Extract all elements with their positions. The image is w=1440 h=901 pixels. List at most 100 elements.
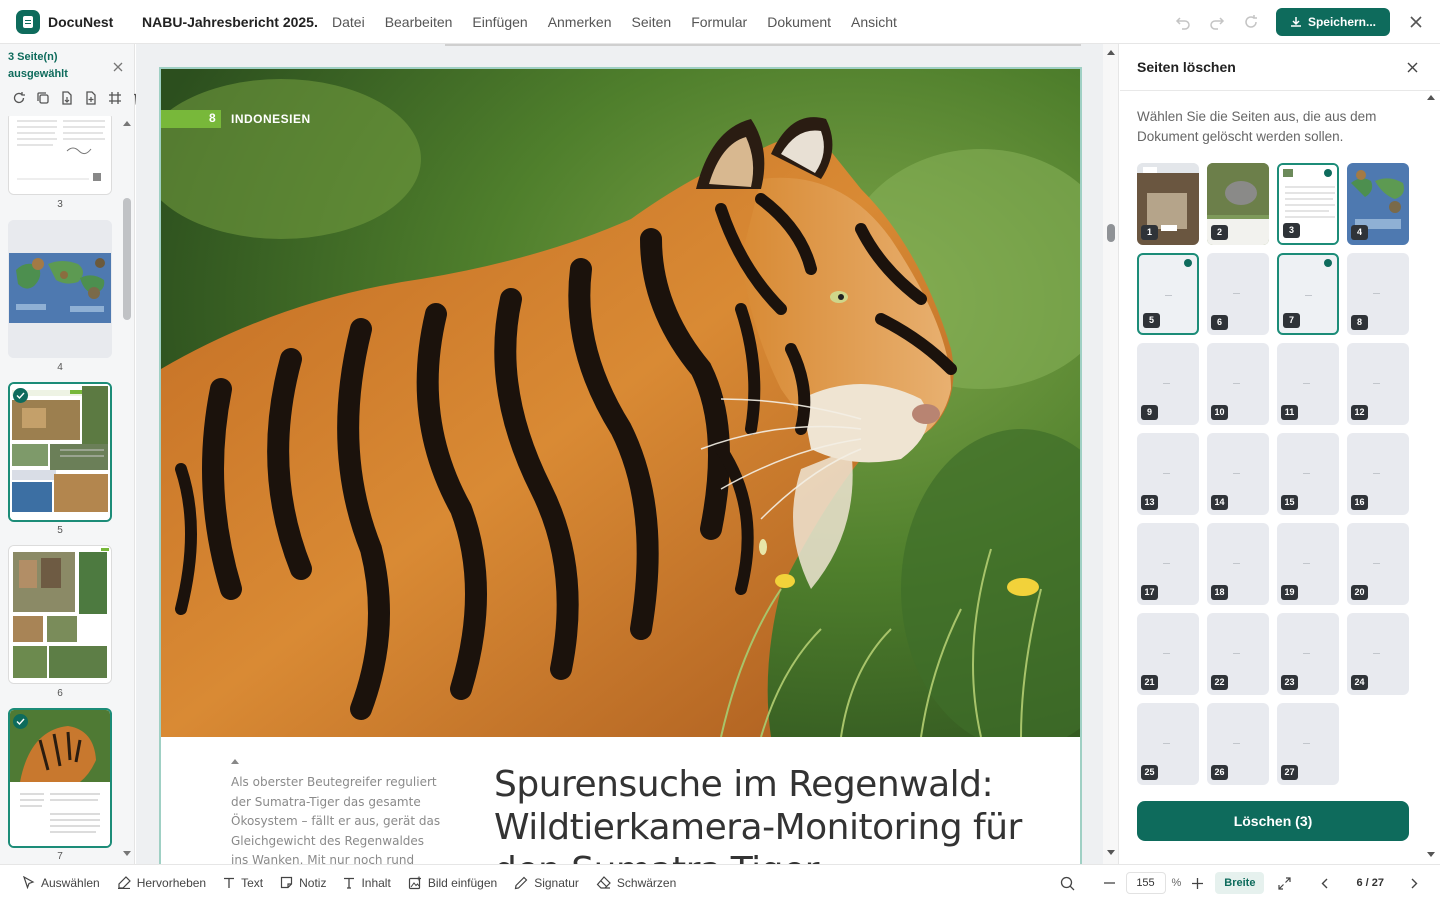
zoom-in-icon[interactable] bbox=[1189, 873, 1205, 893]
thumbnail-page-6[interactable] bbox=[8, 545, 112, 684]
redo-icon[interactable] bbox=[1206, 11, 1228, 33]
page-number-badge: 14 bbox=[1211, 495, 1228, 510]
tool-text-label: Text bbox=[241, 876, 263, 890]
tool-content[interactable]: Inhalt bbox=[343, 876, 390, 890]
page-number-badge: 6 bbox=[1211, 315, 1228, 330]
close-panel-icon[interactable] bbox=[1407, 60, 1419, 72]
tool-signature[interactable]: Signatur bbox=[514, 876, 579, 890]
page-number-badge: 15 bbox=[1281, 495, 1298, 510]
photo-caption: Als oberster Beutegreifer reguliert der … bbox=[231, 773, 441, 864]
delete-page-tile-6[interactable]: 6 bbox=[1207, 253, 1269, 335]
delete-page-tile-11[interactable]: 11 bbox=[1277, 343, 1339, 425]
page-indicator: 6 / 27 bbox=[1356, 877, 1384, 889]
rotate-icon[interactable] bbox=[12, 91, 27, 106]
fit-width-button[interactable]: Breite bbox=[1215, 872, 1264, 894]
menu-bearbeiten[interactable]: Bearbeiten bbox=[385, 14, 453, 30]
menu-formular[interactable]: Formular bbox=[691, 14, 747, 30]
panel-scrollbar[interactable] bbox=[1426, 94, 1436, 864]
delete-page-tile-18[interactable]: 18 bbox=[1207, 523, 1269, 605]
delete-label: Löschen (3) bbox=[1234, 813, 1313, 829]
article-headline: Spurensuche im Regenwald: Wildtierkamera… bbox=[494, 763, 1054, 864]
delete-page-tile-21[interactable]: 21 bbox=[1137, 613, 1199, 695]
delete-page-tile-19[interactable]: 19 bbox=[1277, 523, 1339, 605]
sidebar-scrollbar[interactable] bbox=[121, 116, 133, 864]
menu-anmerken[interactable]: Anmerken bbox=[548, 14, 612, 30]
menu-ansicht[interactable]: Ansicht bbox=[851, 14, 897, 30]
pen-icon bbox=[514, 876, 528, 890]
delete-page-tile-25[interactable]: 25 bbox=[1137, 703, 1199, 785]
delete-page-tile-3[interactable]: 3 bbox=[1277, 163, 1339, 245]
tool-select[interactable]: Auswählen bbox=[22, 876, 100, 890]
document-scrollbar[interactable] bbox=[1103, 44, 1119, 864]
caption-arrow-icon bbox=[231, 759, 239, 764]
undo-icon[interactable] bbox=[1172, 11, 1194, 33]
delete-page-tile-9[interactable]: 9 bbox=[1137, 343, 1199, 425]
page-tools bbox=[12, 91, 156, 106]
duplicate-icon[interactable] bbox=[36, 91, 51, 106]
delete-pages-button[interactable]: Löschen (3) bbox=[1137, 801, 1409, 841]
document-title[interactable]: NABU-Jahresbericht 2025.... bbox=[142, 14, 318, 30]
page-number-badge: 7 bbox=[1283, 313, 1300, 328]
delete-page-tile-4[interactable]: 4 bbox=[1347, 163, 1409, 245]
document-viewer[interactable]: 8 INDONESIEN Als oberster Beutegreifer r… bbox=[136, 44, 1103, 864]
thumbnail-page-3[interactable] bbox=[8, 116, 112, 195]
highlighter-icon bbox=[117, 876, 131, 889]
tool-highlight[interactable]: Hervorheben bbox=[117, 876, 206, 890]
search-icon[interactable] bbox=[1058, 873, 1078, 893]
close-icon[interactable] bbox=[1404, 10, 1428, 34]
page-number-badge: 12 bbox=[1351, 405, 1368, 420]
zoom-out-icon[interactable] bbox=[1102, 873, 1118, 893]
delete-page-tile-15[interactable]: 15 bbox=[1277, 433, 1339, 515]
thumbnail-number: 6 bbox=[0, 688, 120, 699]
tool-note[interactable]: Notiz bbox=[280, 876, 326, 890]
prev-page-icon[interactable] bbox=[1316, 873, 1332, 893]
next-page-icon[interactable] bbox=[1406, 873, 1422, 893]
delete-page-tile-14[interactable]: 14 bbox=[1207, 433, 1269, 515]
delete-page-tile-5[interactable]: 5 bbox=[1137, 253, 1199, 335]
menu-seiten[interactable]: Seiten bbox=[632, 14, 672, 30]
delete-page-tile-22[interactable]: 22 bbox=[1207, 613, 1269, 695]
thumbnail-page-5[interactable] bbox=[8, 382, 112, 522]
page-grid: 1234567891011121314151617181920212223242… bbox=[1137, 163, 1417, 783]
delete-page-tile-27[interactable]: 27 bbox=[1277, 703, 1339, 785]
delete-page-tile-17[interactable]: 17 bbox=[1137, 523, 1199, 605]
delete-page-tile-10[interactable]: 10 bbox=[1207, 343, 1269, 425]
insert-page-icon[interactable] bbox=[84, 91, 99, 106]
delete-page-tile-12[interactable]: 12 bbox=[1347, 343, 1409, 425]
zoom-input[interactable]: 155 bbox=[1126, 872, 1166, 894]
page-placeholder bbox=[1233, 383, 1240, 384]
delete-page-tile-20[interactable]: 20 bbox=[1347, 523, 1409, 605]
delete-page-tile-1[interactable]: 1 bbox=[1137, 163, 1199, 245]
page-number-badge: 5 bbox=[1143, 313, 1160, 328]
thumbnail-page-7[interactable] bbox=[8, 708, 112, 848]
delete-page-tile-8[interactable]: 8 bbox=[1347, 253, 1409, 335]
delete-page-tile-7[interactable]: 7 bbox=[1277, 253, 1339, 335]
document-scroll-thumb[interactable] bbox=[1107, 224, 1115, 242]
menu-dokument[interactable]: Dokument bbox=[767, 14, 831, 30]
menu-datei[interactable]: Datei bbox=[332, 14, 365, 30]
refresh-icon[interactable] bbox=[1240, 11, 1262, 33]
tool-insert-image[interactable]: Bild einfügen bbox=[408, 876, 497, 890]
sidebar-scroll-thumb[interactable] bbox=[123, 198, 131, 320]
export-page-icon[interactable] bbox=[60, 91, 75, 106]
delete-page-tile-24[interactable]: 24 bbox=[1347, 613, 1409, 695]
delete-page-tile-26[interactable]: 26 bbox=[1207, 703, 1269, 785]
tool-text[interactable]: Text bbox=[223, 876, 263, 890]
note-icon bbox=[280, 876, 293, 889]
menu-einfuegen[interactable]: Einfügen bbox=[472, 14, 527, 30]
tool-signature-label: Signatur bbox=[534, 876, 579, 890]
page-number-badge: 3 bbox=[1283, 223, 1300, 238]
delete-page-tile-23[interactable]: 23 bbox=[1277, 613, 1339, 695]
thumbnail-page-4[interactable] bbox=[8, 220, 112, 358]
page-number-badge: 21 bbox=[1141, 675, 1158, 690]
delete-page-tile-13[interactable]: 13 bbox=[1137, 433, 1199, 515]
delete-page-tile-16[interactable]: 16 bbox=[1347, 433, 1409, 515]
save-button[interactable]: Speichern... bbox=[1276, 8, 1390, 36]
expand-icon[interactable] bbox=[1276, 873, 1292, 893]
document-page[interactable]: 8 INDONESIEN Als oberster Beutegreifer r… bbox=[159, 67, 1082, 864]
delete-page-tile-2[interactable]: 2 bbox=[1207, 163, 1269, 245]
page-placeholder bbox=[1303, 563, 1310, 564]
crop-grid-icon[interactable] bbox=[108, 91, 123, 106]
tool-redact[interactable]: Schwärzen bbox=[596, 876, 676, 890]
clear-selection-icon[interactable] bbox=[113, 59, 125, 71]
